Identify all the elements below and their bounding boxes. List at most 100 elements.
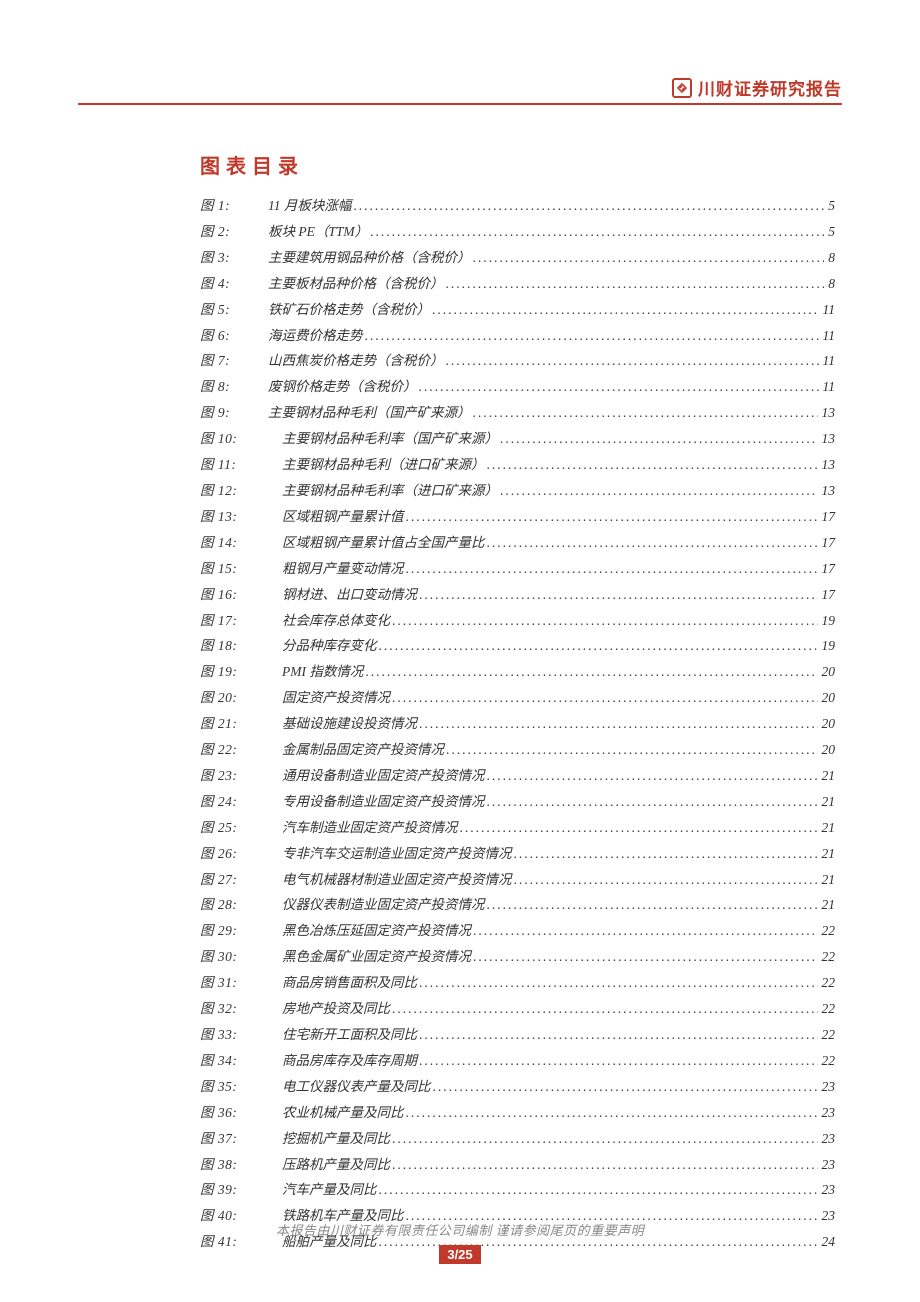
toc-leader-dots	[419, 711, 818, 737]
toc-entry-label: 图 21:	[200, 711, 268, 737]
toc-entry-title: 黑色冶炼压延固定资产投资情况	[268, 918, 473, 944]
toc-leader-dots	[406, 556, 818, 582]
toc-row: 图 17:社会库存总体变化19	[200, 608, 835, 634]
toc-leader-dots	[473, 245, 825, 271]
toc-leader-dots	[365, 659, 817, 685]
toc-row: 图 28:仪器仪表制造业固定资产投资情况21	[200, 892, 835, 918]
toc-entry-title: 固定资产投资情况	[268, 685, 392, 711]
toc-entry-page: 17	[818, 530, 836, 556]
toc-leader-dots	[365, 323, 819, 349]
toc-leader-dots	[419, 374, 819, 400]
toc-row: 图 30:黑色金属矿业固定资产投资情况22	[200, 944, 835, 970]
toc-leader-dots	[487, 892, 818, 918]
toc-entry-title: 山西焦炭价格走势（含税价）	[268, 348, 446, 374]
toc-entry-title: 主要建筑用钢品种价格（含税价）	[268, 245, 473, 271]
toc-entry-title: 专非汽车交运制造业固定资产投资情况	[268, 841, 514, 867]
toc-entry-page: 23	[818, 1152, 836, 1178]
toc-leader-dots	[500, 426, 818, 452]
toc-entry-page: 17	[818, 582, 836, 608]
toc-entry-title: 钢材进、出口变动情况	[268, 582, 419, 608]
toc-entry-title: 房地产投资及同比	[268, 996, 392, 1022]
toc-entry-title: 住宅新开工面积及同比	[268, 1022, 419, 1048]
toc-entry-label: 图 16:	[200, 582, 268, 608]
toc-row: 图 35:电工仪器仪表产量及同比23	[200, 1074, 835, 1100]
toc-entry-page: 21	[818, 789, 836, 815]
toc-entry-label: 图 23:	[200, 763, 268, 789]
toc-leader-dots	[379, 633, 818, 659]
toc-row: 图 25:汽车制造业固定资产投资情况21	[200, 815, 835, 841]
toc-row: 图 3:主要建筑用钢品种价格（含税价） 8	[200, 245, 835, 271]
toc-entry-page: 17	[818, 556, 836, 582]
toc-leader-dots	[419, 1022, 818, 1048]
toc-leader-dots	[446, 348, 819, 374]
toc-entry-title: 废钢价格走势（含税价）	[268, 374, 419, 400]
toc-entry-label: 图 9:	[200, 400, 268, 426]
toc-entry-title: 主要钢材品种毛利率（进口矿来源）	[268, 478, 500, 504]
toc-row: 图 18:分品种库存变化 19	[200, 633, 835, 659]
toc-leader-dots	[353, 193, 824, 219]
page-number-badge: 3/25	[439, 1245, 480, 1264]
toc-leader-dots	[379, 1177, 818, 1203]
toc-row: 图 11:主要钢材品种毛利（进口矿来源）13	[200, 452, 835, 478]
toc-entry-label: 图 5:	[200, 297, 268, 323]
toc-entry-title: 汽车制造业固定资产投资情况	[268, 815, 460, 841]
toc-leader-dots	[514, 867, 818, 893]
toc-entry-label: 图 11:	[200, 452, 268, 478]
toc-row: 图 5:铁矿石价格走势（含税价）11	[200, 297, 835, 323]
toc-entry-title: 社会库存总体变化	[268, 608, 392, 634]
toc-entry-page: 22	[818, 918, 836, 944]
toc-leader-dots	[487, 530, 818, 556]
toc-leader-dots	[500, 478, 818, 504]
toc-entry-page: 13	[818, 426, 836, 452]
toc-entry-label: 图 19:	[200, 659, 268, 685]
toc-leader-dots	[392, 685, 818, 711]
toc-row: 图 9:主要钢材品种毛利（国产矿来源）13	[200, 400, 835, 426]
toc-entry-label: 图 26:	[200, 841, 268, 867]
toc-entry-label: 图 1:	[200, 193, 268, 219]
toc-list: 图 1:11 月板块涨幅5图 2:板块 PE（TTM）5图 3:主要建筑用钢品种…	[200, 193, 835, 1255]
toc-row: 图 29:黑色冶炼压延固定资产投资情况22	[200, 918, 835, 944]
toc-row: 图 38:压路机产量及同比23	[200, 1152, 835, 1178]
toc-row: 图 19:PMI 指数情况20	[200, 659, 835, 685]
toc-row: 图 24:专用设备制造业固定资产投资情况21	[200, 789, 835, 815]
toc-leader-dots	[514, 841, 818, 867]
toc-leader-dots	[446, 737, 818, 763]
toc-entry-label: 图 30:	[200, 944, 268, 970]
toc-row: 图 22:金属制品固定资产投资情况20	[200, 737, 835, 763]
toc-entry-title: 商品房库存及库存周期	[268, 1048, 419, 1074]
toc-entry-title: 基础设施建设投资情况	[268, 711, 419, 737]
toc-entry-title: 主要钢材品种毛利（进口矿来源）	[268, 452, 487, 478]
toc-row: 图 37:挖掘机产量及同比23	[200, 1126, 835, 1152]
toc-leader-dots	[487, 452, 818, 478]
toc-row: 图 36:农业机械产量及同比23	[200, 1100, 835, 1126]
toc-entry-title: 海运费价格走势	[268, 323, 365, 349]
toc-entry-page: 21	[818, 867, 836, 893]
toc-entry-label: 图 10:	[200, 426, 268, 452]
brand-title: 川财证券研究报告	[698, 75, 842, 100]
toc-entry-label: 图 7:	[200, 348, 268, 374]
toc-entry-title: 黑色金属矿业固定资产投资情况	[268, 944, 473, 970]
toc-entry-page: 20	[818, 711, 836, 737]
toc-entry-label: 图 37:	[200, 1126, 268, 1152]
toc-entry-label: 图 15:	[200, 556, 268, 582]
toc-entry-label: 图 3:	[200, 245, 268, 271]
toc-row: 图 7:山西焦炭价格走势（含税价）11	[200, 348, 835, 374]
toc-row: 图 31:商品房销售面积及同比22	[200, 970, 835, 996]
toc-leader-dots	[473, 944, 818, 970]
toc-entry-label: 图 28:	[200, 892, 268, 918]
toc-entry-page: 5	[824, 193, 835, 219]
toc-entry-label: 图 6:	[200, 323, 268, 349]
toc-entry-page: 23	[818, 1100, 836, 1126]
toc-row: 图 39:汽车产量及同比23	[200, 1177, 835, 1203]
toc-entry-page: 19	[818, 633, 836, 659]
toc-entry-label: 图 18:	[200, 633, 268, 659]
toc-entry-title: 分品种库存变化	[268, 633, 379, 659]
toc-leader-dots	[406, 1100, 818, 1126]
toc-row: 图 4:主要板材品种价格（含税价）8	[200, 271, 835, 297]
toc-entry-title: 压路机产量及同比	[268, 1152, 392, 1178]
toc-row: 图 10:主要钢材品种毛利率（国产矿来源）13	[200, 426, 835, 452]
toc-entry-title: 区域粗钢产量累计值	[268, 504, 406, 530]
toc-entry-page: 8	[824, 245, 835, 271]
toc-leader-dots	[487, 763, 818, 789]
toc-entry-label: 图 24:	[200, 789, 268, 815]
